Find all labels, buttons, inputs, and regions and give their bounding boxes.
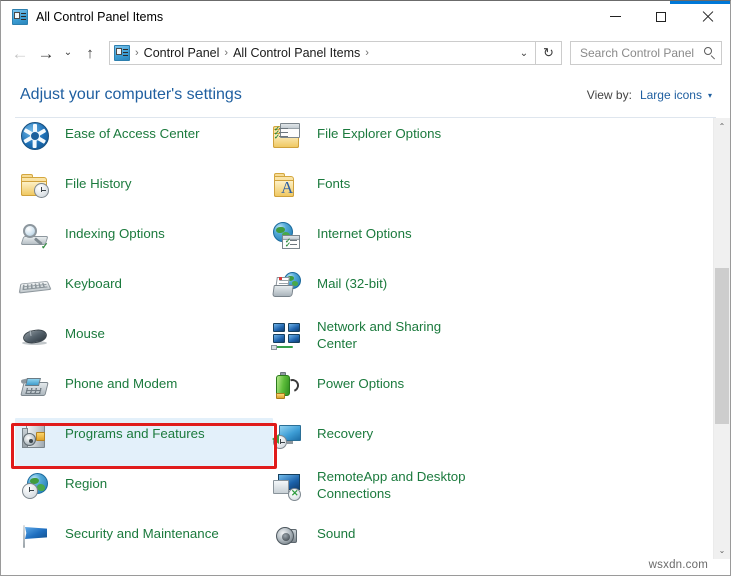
cp-item-label: Fonts bbox=[317, 168, 350, 192]
cp-item-label: File History bbox=[65, 168, 132, 192]
cp-item-label: Power Options bbox=[317, 368, 404, 392]
sound-icon bbox=[271, 520, 303, 552]
cp-item-phone-and-modem[interactable]: Phone and Modem bbox=[15, 368, 177, 418]
up-button[interactable]: ↑ bbox=[77, 40, 103, 66]
content-area: Ease of Access Center File History bbox=[1, 118, 730, 559]
cp-item-file-explorer-options[interactable]: ✓ ✓ ✓ File Explorer Options bbox=[267, 118, 441, 168]
cp-item-label: Network and Sharing Center bbox=[317, 318, 441, 352]
cp-item-label: Phone and Modem bbox=[65, 368, 177, 392]
breadcrumb-all-items[interactable]: All Control Panel Items bbox=[233, 46, 360, 60]
breadcrumb-separator: › bbox=[219, 47, 233, 59]
search-icon bbox=[703, 46, 717, 60]
scroll-down-button[interactable]: ⌄ bbox=[714, 542, 730, 559]
window-controls bbox=[592, 1, 730, 32]
back-button[interactable]: ← bbox=[7, 40, 33, 66]
scroll-up-button[interactable]: ⌃ bbox=[714, 118, 730, 135]
minimize-button[interactable] bbox=[592, 1, 638, 32]
close-icon bbox=[701, 10, 714, 23]
remoteapp-icon bbox=[271, 470, 303, 502]
cp-item-remoteapp-and-desktop-connections[interactable]: RemoteApp and Desktop Connections bbox=[267, 468, 466, 518]
cp-item-label: Internet Options bbox=[317, 218, 412, 242]
cp-item-ease-of-access-center[interactable]: Ease of Access Center bbox=[15, 118, 200, 168]
cp-item-internet-options[interactable]: ✓ ✓ Internet Options bbox=[267, 218, 412, 268]
cp-item-file-history[interactable]: File History bbox=[15, 168, 132, 218]
page-title: Adjust your computer's settings bbox=[20, 86, 242, 104]
chevron-down-icon[interactable]: ⌄ bbox=[513, 42, 535, 64]
address-control-panel-icon bbox=[114, 45, 130, 61]
indexing-icon: ✓ bbox=[19, 220, 51, 252]
programs-icon bbox=[19, 420, 51, 452]
cp-item-sound[interactable]: Sound bbox=[267, 518, 355, 559]
maximize-button[interactable] bbox=[638, 1, 684, 32]
cp-item-label: Ease of Access Center bbox=[65, 118, 200, 142]
close-button[interactable] bbox=[684, 1, 730, 32]
breadcrumb-separator: › bbox=[360, 47, 374, 59]
cp-item-label: Programs and Features bbox=[65, 418, 205, 442]
breadcrumb-separator: › bbox=[130, 47, 144, 59]
chevron-down-icon[interactable]: ▾ bbox=[708, 91, 712, 100]
breadcrumb-control-panel[interactable]: Control Panel bbox=[144, 46, 220, 60]
vertical-scrollbar[interactable]: ⌃ ⌄ bbox=[713, 118, 730, 559]
window-title: All Control Panel Items bbox=[36, 10, 163, 24]
fonts-icon: A bbox=[271, 170, 303, 202]
page-header: Adjust your computer's settings View by:… bbox=[1, 73, 730, 117]
cp-item-recovery[interactable]: Recovery bbox=[267, 418, 373, 468]
maximize-icon bbox=[656, 12, 666, 22]
ease-of-access-icon bbox=[19, 120, 51, 152]
control-panel-window: All Control Panel Items ← → ⌄ ↑ › Contro… bbox=[0, 0, 731, 576]
scrollbar-thumb[interactable] bbox=[715, 268, 729, 424]
cp-item-indexing-options[interactable]: ✓ Indexing Options bbox=[15, 218, 165, 268]
cp-item-label: Security and Maintenance bbox=[65, 518, 219, 542]
cp-item-network-and-sharing-center[interactable]: Network and Sharing Center bbox=[267, 318, 441, 368]
title-bar[interactable]: All Control Panel Items bbox=[1, 1, 730, 33]
cp-item-label: File Explorer Options bbox=[317, 118, 441, 142]
refresh-button[interactable]: ↻ bbox=[536, 41, 562, 65]
watermark: wsxdn.com bbox=[649, 559, 708, 571]
cp-item-label: Indexing Options bbox=[65, 218, 165, 242]
recent-locations-button[interactable]: ⌄ bbox=[59, 40, 77, 66]
navigation-bar: ← → ⌄ ↑ › Control Panel › All Control Pa… bbox=[1, 33, 730, 73]
mouse-icon bbox=[19, 320, 51, 352]
security-icon bbox=[19, 520, 51, 552]
file-explorer-options-icon: ✓ ✓ ✓ bbox=[271, 120, 303, 152]
cp-item-label: Keyboard bbox=[65, 268, 122, 292]
cp-item-region[interactable]: Region bbox=[15, 468, 107, 518]
recovery-icon bbox=[271, 420, 303, 452]
search-input[interactable] bbox=[578, 45, 701, 61]
cp-item-label: Region bbox=[65, 468, 107, 492]
phone-modem-icon bbox=[19, 370, 51, 402]
cp-item-keyboard[interactable]: Keyboard bbox=[15, 268, 122, 318]
cp-item-mail-32bit[interactable]: Mail (32-bit) bbox=[267, 268, 387, 318]
cp-item-label: RemoteApp and Desktop Connections bbox=[317, 468, 466, 502]
view-by-label: View by: bbox=[587, 88, 632, 102]
address-bar[interactable]: › Control Panel › All Control Panel Item… bbox=[109, 41, 536, 65]
network-sharing-icon bbox=[271, 320, 303, 352]
cp-item-label: Mouse bbox=[65, 318, 105, 342]
cp-item-label: Recovery bbox=[317, 418, 373, 442]
minimize-icon bbox=[610, 16, 621, 17]
cp-item-label: Sound bbox=[317, 518, 355, 542]
internet-options-icon: ✓ ✓ bbox=[271, 220, 303, 252]
search-box[interactable] bbox=[570, 41, 722, 65]
region-icon bbox=[19, 470, 51, 502]
cp-item-programs-and-features[interactable]: Programs and Features bbox=[15, 418, 273, 468]
cp-item-power-options[interactable]: Power Options bbox=[267, 368, 404, 418]
forward-button[interactable]: → bbox=[33, 40, 59, 66]
power-options-icon bbox=[271, 370, 303, 402]
view-by-value[interactable]: Large icons bbox=[640, 88, 702, 102]
cp-item-fonts[interactable]: A Fonts bbox=[267, 168, 350, 218]
keyboard-icon bbox=[19, 270, 51, 302]
cp-item-mouse[interactable]: Mouse bbox=[15, 318, 105, 368]
file-history-icon bbox=[19, 170, 51, 202]
mail-icon bbox=[271, 270, 303, 302]
cp-item-label: Mail (32-bit) bbox=[317, 268, 387, 292]
items-area: Ease of Access Center File History bbox=[1, 118, 713, 559]
cp-item-security-and-maintenance[interactable]: Security and Maintenance bbox=[15, 518, 219, 559]
control-panel-icon bbox=[12, 9, 28, 25]
